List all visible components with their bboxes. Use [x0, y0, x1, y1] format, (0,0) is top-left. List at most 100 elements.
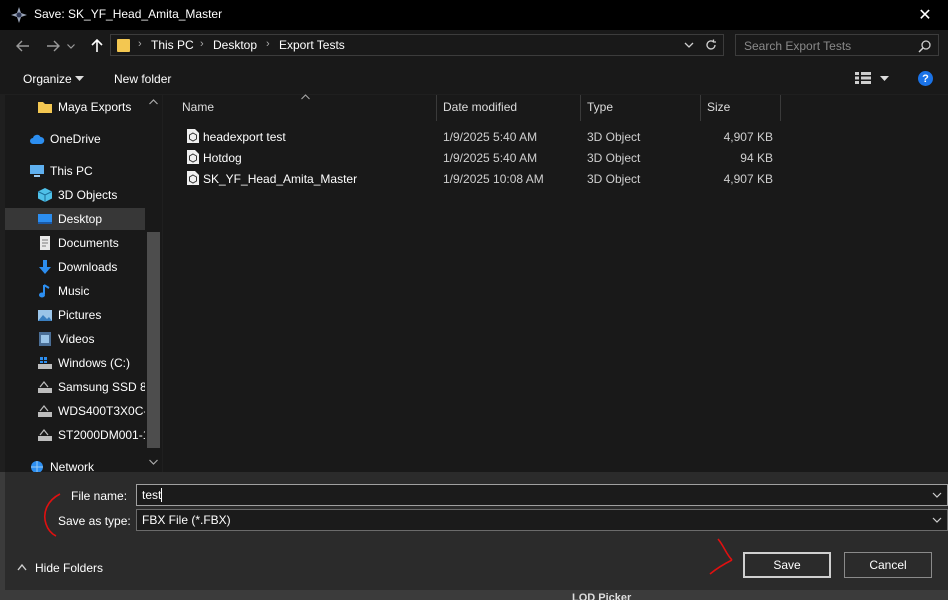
file-size: 4,907 KB: [723, 172, 773, 186]
cancel-button[interactable]: Cancel: [844, 552, 932, 578]
sidebar-item-wds400t3x0c[interactable]: WDS400T3X0C-0: [5, 400, 145, 422]
videos-icon: [39, 332, 51, 346]
file-row[interactable]: SK_YF_Head_Amita_Master 1/9/2025 10:08 A…: [181, 168, 781, 188]
sidebar-item-label: Windows (C:): [58, 356, 131, 370]
search-icon: [918, 40, 931, 53]
sidebar-item-label: Pictures: [58, 308, 102, 322]
scrollbar-thumb[interactable]: [147, 232, 160, 448]
title-bar: Save: SK_YF_Head_Amita_Master ✕: [0, 0, 948, 30]
back-button[interactable]: [12, 35, 34, 57]
breadcrumb-separator: ›: [200, 38, 204, 50]
sidebar-item-this-pc[interactable]: This PC: [5, 160, 145, 182]
sidebar-item-label: This PC: [50, 164, 93, 178]
network-icon: [31, 461, 43, 472]
sidebar-item-st2000dm001[interactable]: ST2000DM001-1I: [5, 424, 145, 446]
3d-object-file-icon: [187, 129, 199, 143]
address-bar[interactable]: › This PC › Desktop › Export Tests: [110, 34, 724, 56]
forward-arrow-icon: [47, 40, 60, 52]
file-name-label: File name:: [71, 489, 128, 503]
breadcrumb-desktop[interactable]: Desktop: [213, 38, 257, 52]
help-icon[interactable]: ?: [918, 71, 933, 86]
file-row[interactable]: headexport test 1/9/2025 5:40 AM 3D Obje…: [181, 126, 781, 146]
new-folder-button[interactable]: New folder: [114, 72, 171, 86]
sidebar-item-network[interactable]: Network: [5, 456, 145, 472]
sidebar-item-label: Samsung SSD 86: [58, 380, 145, 394]
file-list: Name Date modified Type Size headexport …: [163, 94, 948, 472]
refresh-icon: [706, 39, 716, 50]
file-date-modified: 1/9/2025 10:08 AM: [443, 172, 544, 186]
column-divider[interactable]: [700, 95, 701, 121]
sidebar-item-desktop[interactable]: Desktop: [5, 208, 145, 230]
file-type: 3D Object: [587, 151, 641, 165]
recent-locations-button[interactable]: [64, 35, 78, 57]
file-row[interactable]: Hotdog 1/9/2025 5:40 AM 3D Object 94 KB: [181, 147, 781, 167]
sidebar-item-music[interactable]: Music: [5, 280, 145, 302]
file-name: Hotdog: [203, 151, 242, 165]
file-date-modified: 1/9/2025 5:40 AM: [443, 130, 538, 144]
close-button[interactable]: ✕: [902, 0, 948, 30]
file-type: 3D Object: [587, 130, 641, 144]
column-header-size[interactable]: Size: [707, 100, 730, 114]
sidebar-item-downloads[interactable]: Downloads: [5, 256, 145, 278]
drive-icon: [38, 429, 52, 441]
forward-button[interactable]: [42, 35, 64, 57]
save-button[interactable]: Save: [743, 552, 831, 578]
desktop-icon: [38, 214, 52, 224]
sidebar-item-pictures[interactable]: Pictures: [5, 304, 145, 326]
scroll-down-icon[interactable]: [149, 459, 158, 465]
column-divider[interactable]: [780, 95, 781, 121]
sidebar-item-documents[interactable]: Documents: [5, 232, 145, 254]
column-header-name[interactable]: Name: [182, 100, 214, 114]
chevron-down-icon: [932, 517, 942, 523]
sidebar-item-windows-c[interactable]: Windows (C:): [5, 352, 145, 374]
save-as-type-label: Save as type:: [58, 514, 131, 528]
breadcrumb-export-tests[interactable]: Export Tests: [279, 38, 345, 52]
column-divider[interactable]: [580, 95, 581, 121]
sidebar-item-maya-exports[interactable]: Maya Exports: [5, 96, 145, 118]
sidebar-item-samsung-ssd[interactable]: Samsung SSD 86: [5, 376, 145, 398]
chevron-up-icon[interactable]: [17, 563, 27, 571]
file-name: SK_YF_Head_Amita_Master: [203, 172, 358, 186]
drive-icon: [38, 357, 52, 369]
view-options-icon[interactable]: [855, 72, 871, 84]
column-divider[interactable]: [436, 95, 437, 121]
cloud-icon: [30, 134, 45, 144]
folder-icon: [117, 39, 130, 52]
text-cursor: [161, 488, 162, 502]
sidebar-item-label: Downloads: [58, 260, 118, 274]
sidebar-item-videos[interactable]: Videos: [5, 328, 145, 350]
file-name-input[interactable]: test: [136, 484, 948, 506]
search-box[interactable]: Search Export Tests: [735, 34, 939, 56]
file-size: 94 KB: [740, 151, 773, 165]
hide-folders-button[interactable]: Hide Folders: [35, 561, 103, 575]
drive-icon: [38, 381, 52, 393]
refresh-button[interactable]: [703, 37, 719, 56]
caret-down-icon[interactable]: [880, 76, 889, 81]
breadcrumb-separator: ›: [138, 38, 142, 50]
sidebar-item-label: Documents: [58, 236, 119, 250]
address-dropdown-button[interactable]: [681, 37, 697, 56]
sidebar-item-3d-objects[interactable]: 3D Objects: [5, 184, 145, 206]
pictures-icon: [38, 310, 52, 321]
column-header-date-modified[interactable]: Date modified: [443, 100, 517, 114]
document-icon: [40, 236, 50, 250]
maya-app-icon: [11, 7, 27, 23]
sidebar-item-label: OneDrive: [50, 132, 101, 146]
up-button[interactable]: [86, 35, 108, 57]
sort-ascending-icon: [301, 94, 310, 100]
folder-icon: [38, 102, 52, 113]
breadcrumb-separator: ›: [266, 38, 270, 50]
breadcrumb-this-pc[interactable]: This PC: [151, 38, 194, 52]
sidebar-scrollbar[interactable]: [145, 95, 162, 472]
scroll-up-icon[interactable]: [149, 99, 158, 105]
file-name: headexport test: [203, 130, 286, 144]
save-as-type-select[interactable]: FBX File (*.FBX): [136, 509, 948, 531]
sidebar-item-label: Videos: [58, 332, 95, 346]
sidebar-item-label: ST2000DM001-1I: [58, 428, 145, 442]
file-size: 4,907 KB: [723, 130, 773, 144]
chevron-down-icon[interactable]: [931, 489, 943, 501]
download-icon: [39, 260, 51, 274]
column-header-type[interactable]: Type: [587, 100, 613, 114]
organize-button[interactable]: Organize: [23, 72, 72, 86]
sidebar-item-onedrive[interactable]: OneDrive: [5, 128, 145, 150]
